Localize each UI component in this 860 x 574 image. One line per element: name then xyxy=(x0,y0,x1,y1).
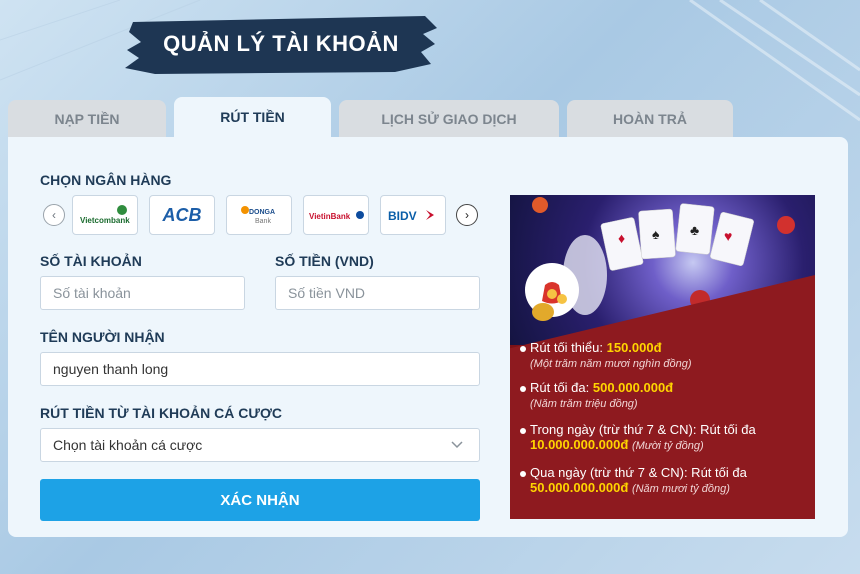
chevron-right-icon[interactable]: › xyxy=(456,204,478,226)
amount-label: SỐ TIỀN (VND) xyxy=(275,253,374,269)
bank-select-label: CHỌN NGÂN HÀNG xyxy=(40,172,172,188)
bank-option-donga[interactable]: DONGA Bank xyxy=(226,195,292,235)
account-number-input[interactable] xyxy=(40,276,245,310)
bank-option-vietinbank[interactable]: VietinBank xyxy=(303,195,369,235)
amount-input[interactable] xyxy=(275,276,480,310)
svg-text:♣: ♣ xyxy=(690,222,699,238)
tab-transaction-history[interactable]: LỊCH SỬ GIAO DỊCH xyxy=(339,100,559,137)
confirm-button[interactable]: XÁC NHẬN xyxy=(40,479,480,521)
chevron-left-icon[interactable]: ‹ xyxy=(43,204,65,226)
promo-min-withdraw: Rút tối thiểu: 150.000đ (Một trăm năm mư… xyxy=(520,340,692,372)
bank-option-bidv[interactable]: BIDV xyxy=(380,195,446,235)
vietinbank-logo: VietinBank xyxy=(309,211,364,221)
recipient-input[interactable] xyxy=(40,352,480,386)
svg-text:♠: ♠ xyxy=(652,226,660,242)
svg-text:Vietcombank: Vietcombank xyxy=(80,216,130,225)
promo-same-day-limit: Trong ngày (trừ thứ 7 & CN): Rút tối đa … xyxy=(520,422,756,454)
recipient-label: TÊN NGƯỜI NHẬN xyxy=(40,329,165,345)
tab-deposit[interactable]: NẠP TIỀN xyxy=(8,100,166,137)
tab-refund[interactable]: HOÀN TRẢ xyxy=(567,100,733,137)
gold-coin-icon xyxy=(532,303,554,321)
promo-next-day-limit: Qua ngày (trừ thứ 7 & CN): Rút tối đa 50… xyxy=(520,465,747,497)
svg-text:♦: ♦ xyxy=(618,230,625,246)
acb-logo: ACB xyxy=(162,204,202,225)
bidv-logo: BIDV xyxy=(388,209,434,223)
page-title-banner: QUẢN LÝ TÀI KHOẢN xyxy=(125,14,437,74)
chevron-down-icon xyxy=(451,441,463,449)
account-number-label: SỐ TÀI KHOẢN xyxy=(40,253,142,269)
svg-text:VietinBank: VietinBank xyxy=(309,212,351,221)
svg-text:Bank: Bank xyxy=(255,218,271,225)
bank-option-vietcombank[interactable]: Vietcombank xyxy=(72,195,138,235)
tab-withdraw[interactable]: RÚT TIỀN xyxy=(174,97,331,137)
betting-account-select[interactable]: Chọn tài khoản cá cược xyxy=(40,428,480,462)
svg-text:BIDV: BIDV xyxy=(388,209,417,223)
page-title: QUẢN LÝ TÀI KHOẢN xyxy=(163,31,399,56)
bank-option-acb[interactable]: ACB xyxy=(149,195,215,235)
vietcombank-logo: Vietcombank xyxy=(80,205,130,225)
svg-text:♥: ♥ xyxy=(724,228,732,244)
donga-bank-logo: DONGA Bank xyxy=(241,206,275,225)
betting-account-label: RÚT TIỀN TỪ TÀI KHOẢN CÁ CƯỢC xyxy=(40,405,283,421)
withdraw-limits-banner: ♦ ♥ ♠ ♣ Rút tối thiểu: 150.000đ (Một trăm … xyxy=(510,195,815,519)
svg-text:DONGA: DONGA xyxy=(249,209,275,216)
betting-account-selected: Chọn tài khoản cá cược xyxy=(53,437,203,453)
promo-max-withdraw: Rút tối đa: 500.000.000đ (Năm trăm triệu… xyxy=(520,380,673,412)
